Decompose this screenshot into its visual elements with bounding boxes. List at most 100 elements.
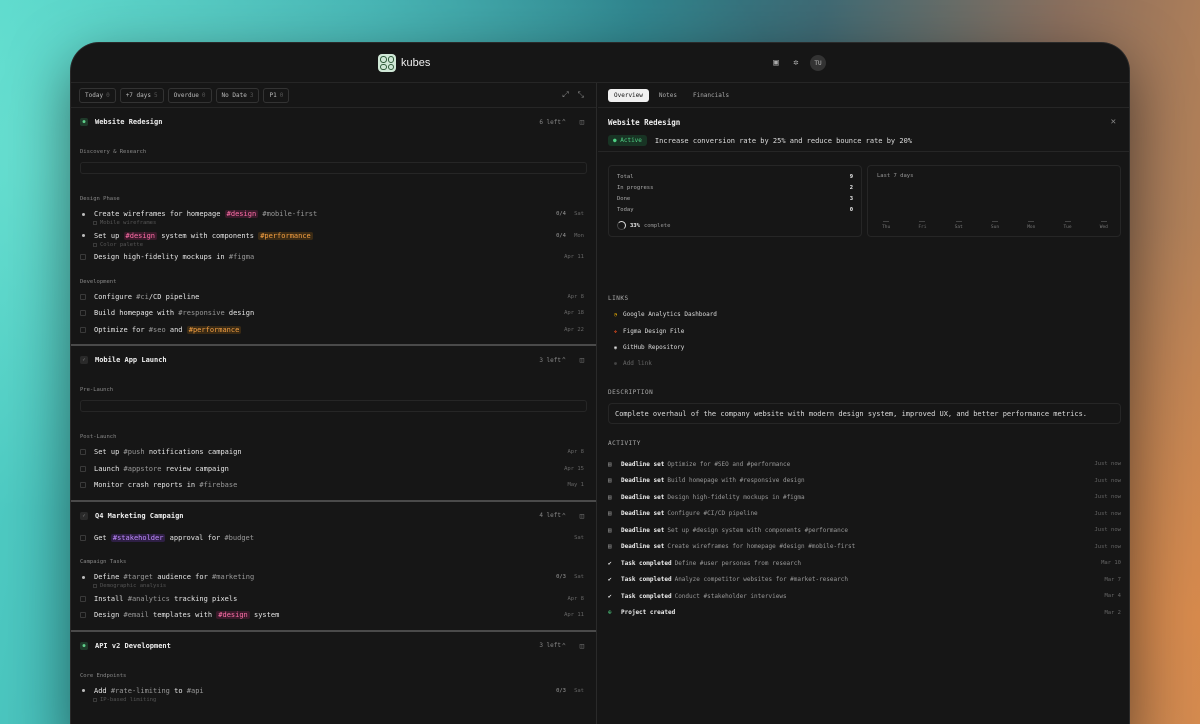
task-row[interactable]: Launch #appstore review campaign Apr 15 [71,461,596,478]
task-row[interactable]: Set up #design system with components #p… [71,228,596,245]
task-checkbox[interactable] [80,465,86,472]
activity-row: ▤ Deadline set Set up #design system with … [608,526,1121,534]
project-header[interactable]: ✓ Mobile App Launch 3 left ⌃ ◫ [71,346,596,374]
week-day: Sun [991,221,999,230]
task-row[interactable]: Configure #ci/CD pipeline Apr 8 [71,289,596,306]
task-row[interactable]: Get #stakeholder approval for #budget Sa… [71,530,596,547]
calendar-icon: ▤ [608,493,612,501]
week-day: Fri [918,221,926,230]
chevron-up-icon[interactable]: ⌃ [562,356,566,364]
layout-icon[interactable]: ▣ [770,57,782,69]
project-name: Website Redesign [95,118,163,126]
project-check-icon: ✓ [80,356,88,364]
detail-tabs: Overview Notes Financials [598,83,1129,108]
task-row[interactable]: Optimize for #seo and #performance Apr 2… [71,322,596,339]
task-row[interactable]: Install #analytics tracking pixels Apr 8 [71,591,596,608]
empty-section-dropzone[interactable] [80,400,587,412]
kubes-logo-icon [378,54,396,72]
panel-icon[interactable]: ◫ [580,118,584,126]
task-date: May 1 [567,482,584,489]
activity-row: ▤ Deadline set Build homepage with #respon… [608,477,1121,485]
tab-notes[interactable]: Notes [653,89,683,102]
chevron-up-icon[interactable]: ⌃ [562,642,566,650]
tab-financials[interactable]: Financials [687,89,735,102]
activity-row: ✔ Task completed Conduct #stakeholder inte… [608,592,1121,600]
section-header[interactable]: Core Endpoints [71,673,596,683]
stat-row: Today 0 [617,206,853,213]
panel-icon[interactable]: ◫ [580,356,584,364]
task-parent-icon[interactable] [80,211,86,217]
settings-gear-icon[interactable]: ✲ [790,57,802,69]
activity-row: ⊕ Project created Mar 2 [608,609,1121,617]
link-item[interactable]: ◉ GitHub Repository [612,344,684,351]
collapse-icon[interactable]: ⤡ [578,90,584,100]
task-row[interactable]: Design #email templates with #design sys… [71,607,596,624]
project-header[interactable]: ● Website Redesign 6 left ⌃ ◫ [71,108,596,136]
task-checkbox[interactable] [80,293,86,300]
task-checkbox[interactable] [80,310,86,317]
section-header[interactable]: Pre-Launch [71,387,596,397]
task-checkbox[interactable] [80,326,86,333]
filter-no-date[interactable]: No Date 3 [215,87,260,103]
filter-7-days[interactable]: +7 days 5 [119,87,164,103]
activity-row: ▤ Deadline set Configure #CI/CD pipeline Ju… [608,510,1121,518]
filter-p1[interactable]: P1 0 [263,87,290,103]
divider [598,151,1129,152]
chevron-up-icon[interactable]: ⌃ [562,118,566,126]
task-checkbox[interactable] [80,482,86,489]
stat-row: Done 3 [617,195,853,202]
filter-today[interactable]: Today 0 [79,87,116,103]
tab-overview[interactable]: Overview [608,88,649,102]
project-header[interactable]: ● API v2 Development 3 left ⌃ ◫ [71,632,596,660]
analytics-icon: ◔ [613,311,617,318]
link-item[interactable]: ◔ Google Analytics Dashboard [612,311,717,318]
task-row[interactable]: Monitor crash reports in #firebase May 1 [71,477,596,494]
top-actions: ▣ ✲ TU [770,55,826,71]
description-heading: DESCRIPTION [608,389,654,396]
chevron-up-icon[interactable]: ⌃ [562,512,566,520]
link-item[interactable]: ❖ Figma Design File [612,328,684,335]
filter-actions: ⤢ ⤡ [562,90,584,100]
section-header[interactable]: Design Phase [71,196,596,206]
task-row[interactable]: Build homepage with #responsive design A… [71,305,596,322]
filter-overdue[interactable]: Overdue 0 [167,87,212,103]
task-row[interactable]: Create wireframes for homepage #design #… [71,206,596,223]
task-date: Sat [574,687,584,694]
status-row: ● Active Increase conversion rate by 25%… [608,135,912,146]
project-header[interactable]: ✓ Q4 Marketing Campaign 4 left ⌃ ◫ [71,502,596,530]
calendar-icon: ▤ [608,477,612,485]
task-row[interactable]: Design high-fidelity mockups in #figma A… [71,249,596,266]
checkmark-icon: ✔ [608,559,612,567]
task-parent-icon[interactable] [80,574,86,580]
task-text: Add #rate-limiting to #api [94,686,204,695]
avatar[interactable]: TU [810,55,826,71]
description-box[interactable]: Complete overhaul of the company website… [608,403,1121,424]
task-checkbox[interactable] [80,612,86,619]
task-checkbox[interactable] [80,449,86,456]
app-window: kubes ▣ ✲ TU Today 0 +7 days 5 Overdue 0 No… [71,43,1129,724]
calendar-icon: ▤ [608,526,612,534]
status-badge[interactable]: ● Active [608,135,647,146]
task-parent-icon[interactable] [80,688,86,694]
section-header[interactable]: Development [71,279,596,289]
task-date: Apr 8 [567,293,584,300]
project-created-icon: ⊕ [608,609,612,617]
panel-icon[interactable]: ◫ [580,642,584,650]
close-icon[interactable]: ✕ [1111,117,1116,127]
week-day: Thu [882,221,890,230]
task-parent-icon[interactable] [80,233,86,239]
task-checkbox[interactable] [80,595,86,602]
task-row[interactable]: Define #target audience for #marketing 0… [71,569,596,586]
task-checkbox[interactable] [80,254,86,261]
expand-icon[interactable]: ⤢ [562,90,568,100]
task-row[interactable]: Set up #push notifications campaign Apr … [71,444,596,461]
task-checkbox[interactable] [80,534,86,541]
section-header[interactable]: Discovery & Research [71,149,596,159]
section-header[interactable]: Post-Launch [71,434,596,444]
checkmark-icon: ✔ [608,592,612,600]
section-header[interactable]: Campaign Tasks [71,559,596,569]
add-link-button[interactable]: ⊕ Add link [612,360,652,367]
panel-icon[interactable]: ◫ [580,512,584,520]
task-row[interactable]: Add #rate-limiting to #api 0/3 Sat [71,683,596,700]
empty-section-dropzone[interactable] [80,162,587,174]
